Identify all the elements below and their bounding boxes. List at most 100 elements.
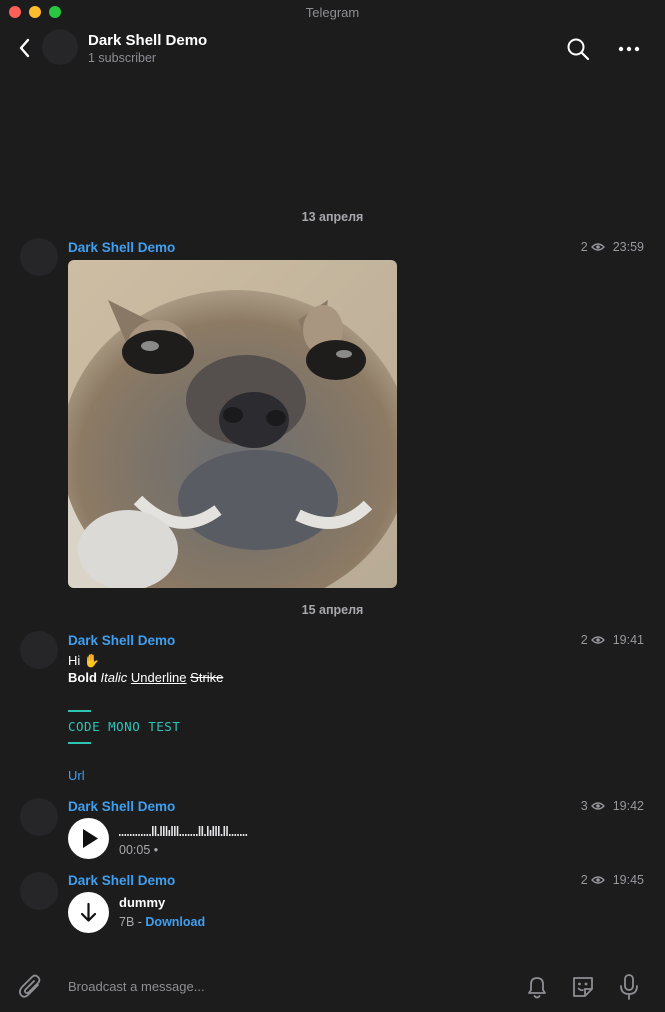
underline-text: Underline	[130, 670, 187, 685]
waveform-bar	[226, 826, 228, 836]
view-count: 3	[580, 799, 588, 813]
download-link[interactable]: Download	[145, 915, 205, 929]
play-button[interactable]	[68, 818, 109, 859]
waveform-bar	[168, 830, 171, 836]
waveform-bar	[132, 834, 135, 836]
download-button[interactable]	[68, 892, 109, 933]
voice-duration: 00:05 •	[119, 843, 158, 857]
code-text: CODE MONO TEST	[68, 719, 181, 734]
waveform-bar	[215, 826, 217, 836]
waveform-bar	[174, 826, 176, 836]
eye-icon	[590, 243, 605, 251]
code-top-bar	[68, 710, 91, 712]
message-avatar[interactable]	[20, 872, 58, 910]
view-count: 2	[580, 240, 588, 254]
waveform-bar	[154, 826, 157, 836]
date-separator: 13 апреля	[301, 210, 364, 224]
waveform-bar	[190, 834, 193, 836]
voice-duration-text: 00:05	[119, 843, 151, 857]
waveform-bar	[165, 826, 168, 836]
waveform-bar	[231, 834, 234, 836]
waveform-bar	[146, 834, 149, 836]
message-input[interactable]: Broadcast a message...	[68, 979, 205, 994]
play-icon	[83, 829, 98, 848]
eye-icon	[590, 636, 605, 644]
message-sender[interactable]: Dark Shell Demo	[68, 633, 175, 648]
channel-title[interactable]: Dark Shell Demo	[88, 32, 207, 49]
file-info: 7B - Download	[119, 915, 205, 929]
sticker-icon[interactable]	[569, 973, 597, 1001]
waveform-bar	[204, 834, 206, 836]
waveform-bar	[220, 834, 223, 836]
bold-text: Bold	[68, 670, 97, 685]
view-count: 2	[580, 633, 588, 647]
waveform-bar	[229, 834, 231, 836]
message-meta: 3 19:42	[581, 799, 644, 813]
cat-photo-image	[68, 260, 397, 588]
waveform-bar	[152, 826, 154, 836]
microphone-icon[interactable]	[617, 972, 641, 1002]
waveform-bar	[157, 834, 160, 836]
waveform-bar	[187, 834, 190, 836]
more-icon[interactable]	[615, 36, 643, 62]
waveform-bar	[207, 826, 209, 836]
waveform-bar	[130, 834, 132, 836]
waveform-bar	[218, 826, 220, 836]
download-icon	[80, 902, 97, 922]
formatted-text-line: Bold Italic Underline Strike	[68, 670, 223, 685]
url-link[interactable]: Url	[68, 768, 85, 783]
search-icon[interactable]	[565, 36, 591, 62]
waveform-bar	[135, 834, 138, 836]
unread-dot: •	[153, 843, 159, 857]
waveform-bar	[141, 834, 143, 836]
bell-icon[interactable]	[524, 973, 550, 1001]
eye-icon	[590, 876, 605, 884]
message-avatar[interactable]	[20, 631, 58, 669]
strike-text: Strike	[190, 670, 224, 685]
message-sender[interactable]: Dark Shell Demo	[68, 240, 175, 255]
waveform-bar	[179, 834, 182, 836]
waveform-bar	[240, 834, 242, 836]
chat-header: Dark Shell Demo 1 subscriber	[0, 24, 665, 76]
file-info-separator: -	[134, 915, 146, 929]
date-separator: 15 апреля	[301, 603, 364, 617]
waveform-bar	[237, 834, 239, 836]
waveform-bar	[163, 826, 165, 836]
waveform-bar	[124, 834, 127, 836]
waveform-bar	[196, 834, 198, 836]
voice-waveform[interactable]	[119, 822, 249, 838]
waveform-bar	[201, 826, 204, 836]
waveform-bar	[198, 826, 201, 836]
waveform-bar	[212, 826, 215, 836]
message-meta: 2 19:41	[581, 633, 644, 647]
waveform-bar	[160, 826, 162, 836]
message-text-line: Hi ✋	[68, 653, 101, 668]
message-photo[interactable]	[68, 260, 397, 588]
message-avatar[interactable]	[20, 798, 58, 836]
waveform-bar	[171, 826, 173, 836]
view-count: 2	[580, 873, 588, 887]
file-name: dummy	[119, 895, 166, 910]
message-time: 23:59	[612, 240, 644, 254]
waveform-bar	[245, 834, 248, 836]
eye-icon	[590, 802, 605, 810]
message-time: 19:45	[612, 873, 644, 887]
message-meta: 2 23:59	[581, 240, 644, 254]
subscriber-count: 1 subscriber	[88, 51, 157, 65]
back-arrow-icon[interactable]	[16, 34, 36, 62]
paperclip-icon[interactable]	[18, 973, 44, 1001]
waveform-bar	[119, 834, 121, 836]
window-titlebar: Telegram	[0, 0, 665, 24]
channel-avatar[interactable]	[42, 29, 78, 65]
italic-text: Italic	[100, 670, 128, 685]
file-size: 7B	[119, 915, 135, 929]
message-sender[interactable]: Dark Shell Demo	[68, 799, 175, 814]
waveform-bar	[182, 834, 184, 836]
waveform-bar	[193, 834, 195, 836]
message-composer: Broadcast a message...	[0, 963, 665, 1012]
waveform-bar	[209, 830, 212, 836]
message-time: 19:41	[612, 633, 644, 647]
waveform-bar	[185, 834, 187, 836]
message-avatar[interactable]	[20, 238, 58, 276]
message-sender[interactable]: Dark Shell Demo	[68, 873, 175, 888]
